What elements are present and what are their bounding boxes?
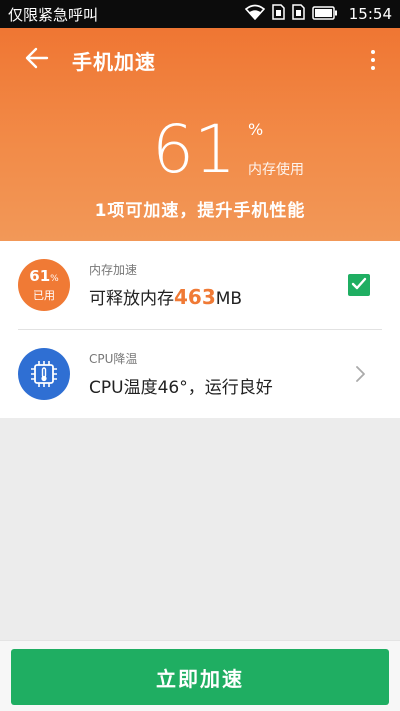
app-bar: 手机加速 [0,28,400,92]
carrier-text: 仅限紧急呼叫 [8,5,99,24]
status-bar: 仅限紧急呼叫 15:54 [0,0,400,28]
badge-value: 61 [29,267,51,285]
detail-suffix: MB [215,289,243,309]
list-item-cpu[interactable]: CPU降温 CPU温度46°，运行良好 [0,330,400,418]
arrow-left-icon [25,47,49,73]
bottom-bar: 立即加速 [0,640,400,711]
detail-prefix: 可释放内存 [89,289,174,309]
status-icons: 15:54 [244,4,392,24]
hero-header: 手机加速 61 % 内存使用 1项可加速，提升手机性能 [0,28,400,241]
acceleration-summary: 1项可加速，提升手机性能 [94,201,306,221]
cpu-item-detail: CPU温度46°，运行良好 [89,378,273,398]
optimization-list: 61% 已用 内存加速 可释放内存463MB CPU降温 CPU温度46°，运行… [0,241,400,418]
badge-unit: % [50,274,59,284]
memory-item-label: 内存加速 [89,263,138,277]
sim2-icon [292,4,305,24]
cpu-item-label: CPU降温 [89,352,138,366]
more-vertical-icon [371,50,375,54]
memory-select-checkbox[interactable] [348,274,370,296]
memory-item-detail: 可释放内存463MB [89,284,242,309]
check-icon [351,276,367,295]
back-button[interactable] [22,45,52,75]
battery-icon [312,5,338,24]
page-title: 手机加速 [72,50,156,74]
more-options-button[interactable] [360,44,386,76]
list-item-memory[interactable]: 61% 已用 内存加速 可释放内存463MB [0,241,400,329]
sim1-icon [272,4,285,24]
memory-percent-value: 61 [152,111,236,188]
cpu-thermometer-icon [18,348,70,400]
memory-usage-badge: 61% 已用 [18,259,70,311]
badge-label: 已用 [33,289,55,302]
chevron-right-icon[interactable] [350,362,372,386]
accelerate-now-button[interactable]: 立即加速 [11,649,389,705]
percent-sign: % [248,120,264,139]
releasable-memory-value: 463 [174,285,216,309]
wifi-icon [244,4,265,24]
clock-text: 15:54 [348,5,392,23]
memory-usage-label: 内存使用 [248,162,304,178]
